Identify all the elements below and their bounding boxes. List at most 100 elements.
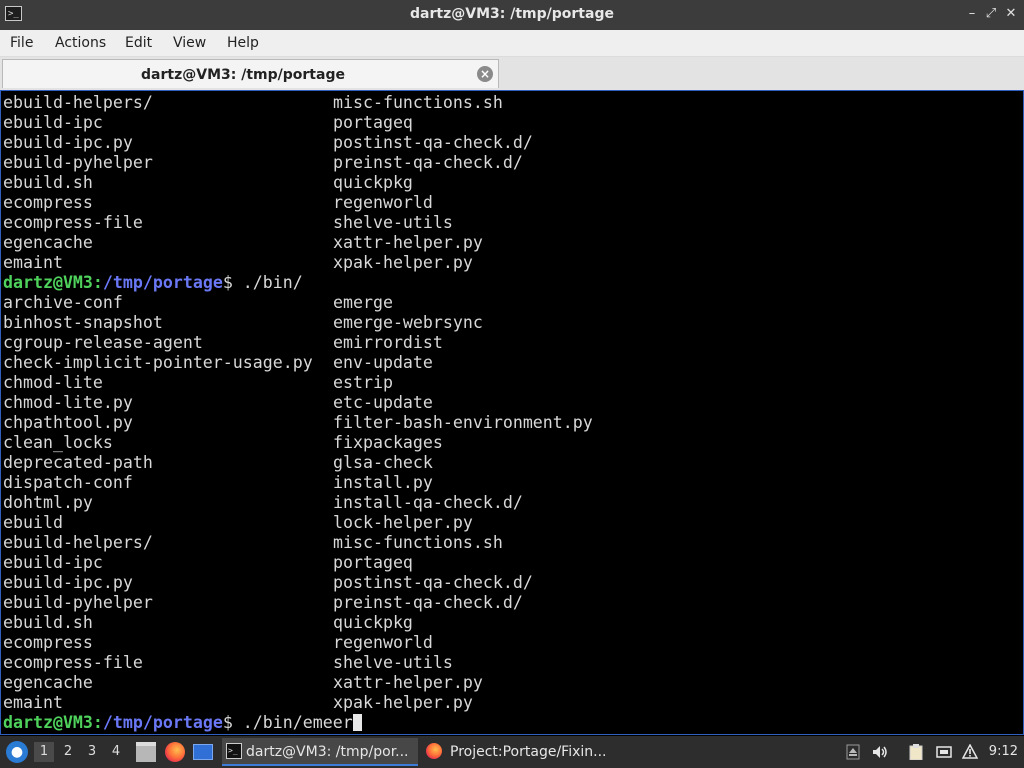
maximize-button[interactable]: ⤢ bbox=[983, 6, 999, 22]
terminal-line: ebuild-ipc portageq bbox=[3, 113, 413, 133]
clipboard-icon[interactable] bbox=[908, 744, 924, 760]
file-entry: ebuild-pyhelper bbox=[3, 153, 153, 172]
file-entry: estrip bbox=[333, 373, 393, 392]
terminal-line: chmod-lite estrip bbox=[3, 373, 393, 393]
menu-edit[interactable]: Edit bbox=[125, 35, 152, 51]
prompt-line: dartz@VM3:/tmp/portage$ ./bin/emeer bbox=[3, 713, 362, 733]
terminal-line: ebuild-ipc portageq bbox=[3, 553, 413, 573]
start-menu-icon[interactable]: ● bbox=[6, 741, 28, 763]
file-entry: ecompress bbox=[3, 633, 93, 652]
window-title: dartz@VM3: /tmp/portage bbox=[410, 6, 614, 22]
prompt-symbol: $ bbox=[222, 273, 243, 292]
terminal-output[interactable]: ebuild-helpers/misc-functions.sh ebuild-i… bbox=[0, 90, 1024, 735]
workspace-3[interactable]: 3 bbox=[82, 742, 102, 762]
show-desktop-icon[interactable] bbox=[193, 744, 213, 760]
task-terminal[interactable]: >_ dartz@VM3: /tmp/por... bbox=[222, 738, 418, 766]
file-entry: dispatch-conf bbox=[3, 473, 133, 492]
terminal-line: emaint xpak-helper.py bbox=[3, 253, 473, 273]
file-entry: ebuild-helpers/ bbox=[3, 93, 153, 112]
file-entry: postinst-qa-check.d/ bbox=[333, 573, 533, 592]
prompt-path: /tmp/portage bbox=[102, 273, 223, 292]
file-entry: etc-update bbox=[333, 393, 433, 412]
terminal-line: ecompress-file shelve-utils bbox=[3, 213, 453, 233]
task-firefox[interactable]: Project:Portage/Fixin... bbox=[422, 738, 622, 766]
file-entry: xpak-helper.py bbox=[333, 253, 473, 272]
clock[interactable]: 9:12 bbox=[989, 744, 1018, 759]
tab-terminal[interactable]: dartz@VM3: /tmp/portage × bbox=[2, 59, 499, 88]
terminal-line: ebuild-ipc.py postinst-qa-check.d/ bbox=[3, 133, 533, 153]
terminal-line: ebuild.sh quickpkg bbox=[3, 613, 413, 633]
prompt-path: /tmp/portage bbox=[102, 713, 223, 732]
terminal-line: archive-conf emerge bbox=[3, 293, 393, 313]
file-entry: archive-conf bbox=[3, 293, 123, 312]
terminal-line: ebuild lock-helper.py bbox=[3, 513, 473, 533]
file-entry: preinst-qa-check.d/ bbox=[333, 153, 523, 172]
file-manager-icon[interactable] bbox=[136, 742, 156, 762]
file-entry: regenworld bbox=[333, 633, 433, 652]
file-entry: ebuild bbox=[3, 513, 63, 532]
terminal-line: cgroup-release-agent emirrordist bbox=[3, 333, 443, 353]
file-entry: emerge bbox=[333, 293, 393, 312]
terminal-line: ebuild.sh quickpkg bbox=[3, 173, 413, 193]
window-titlebar[interactable]: >_ dartz@VM3: /tmp/portage – ⤢ ✕ bbox=[0, 0, 1024, 30]
file-entry: ecompress-file bbox=[3, 213, 143, 232]
file-entry: ebuild-helpers/ bbox=[3, 533, 153, 552]
terminal-line: ebuild-helpers/misc-functions.sh bbox=[3, 93, 503, 113]
workspace-1[interactable]: 1 bbox=[34, 742, 54, 762]
file-entry: chmod-lite bbox=[3, 373, 103, 392]
file-entry: ebuild-pyhelper bbox=[3, 593, 153, 612]
firefox-icon bbox=[426, 743, 442, 759]
tab-close-icon[interactable]: × bbox=[477, 66, 493, 82]
file-entry: deprecated-path bbox=[3, 453, 153, 472]
file-entry: emirrordist bbox=[333, 333, 443, 352]
file-entry: glsa-check bbox=[333, 453, 433, 472]
menu-actions[interactable]: Actions bbox=[55, 35, 106, 51]
terminal-line: dohtml.py install-qa-check.d/ bbox=[3, 493, 523, 513]
workspace-2[interactable]: 2 bbox=[58, 742, 78, 762]
file-entry: ebuild-ipc.py bbox=[3, 133, 133, 152]
terminal-line: check-implicit-pointer-usage.py env-updat… bbox=[3, 353, 433, 373]
tab-bar: dartz@VM3: /tmp/portage × bbox=[0, 57, 1024, 90]
terminal-line: chpathtool.py filter-bash-environment.py bbox=[3, 413, 593, 433]
terminal-line: ebuild-pyhelper preinst-qa-check.d/ bbox=[3, 153, 523, 173]
prompt-line: dartz@VM3:/tmp/portage$ ./bin/ bbox=[3, 273, 362, 293]
notification-icon[interactable] bbox=[962, 744, 978, 760]
file-entry: shelve-utils bbox=[333, 653, 453, 672]
file-entry: postinst-qa-check.d/ bbox=[333, 133, 533, 152]
file-entry: portageq bbox=[333, 553, 413, 572]
file-entry: ebuild.sh bbox=[3, 613, 93, 632]
file-entry: lock-helper.py bbox=[333, 513, 473, 532]
terminal-line: clean_locks fixpackages bbox=[3, 433, 443, 453]
file-entry: quickpkg bbox=[333, 613, 413, 632]
prompt-separator: : bbox=[92, 273, 103, 292]
file-entry: egencache bbox=[3, 233, 93, 252]
command-text[interactable]: ./bin/emeer bbox=[243, 713, 353, 732]
file-entry: filter-bash-environment.py bbox=[333, 413, 593, 432]
file-entry: binhost-snapshot bbox=[3, 313, 163, 332]
file-entry: check-implicit-pointer-usage.py bbox=[3, 353, 313, 372]
terminal-line: ebuild-pyhelper preinst-qa-check.d/ bbox=[3, 593, 523, 613]
file-entry: emerge-webrsync bbox=[333, 313, 483, 332]
close-button[interactable]: ✕ bbox=[1003, 6, 1019, 22]
menu-file[interactable]: File bbox=[10, 35, 33, 51]
workspace-4[interactable]: 4 bbox=[106, 742, 126, 762]
menu-help[interactable]: Help bbox=[227, 35, 259, 51]
terminal-line: chmod-lite.py etc-update bbox=[3, 393, 433, 413]
minimize-button[interactable]: – bbox=[964, 6, 980, 22]
volume-icon[interactable] bbox=[872, 744, 888, 760]
file-entry: ebuild-ipc.py bbox=[3, 573, 133, 592]
file-entry: emaint bbox=[3, 693, 63, 712]
file-entry: misc-functions.sh bbox=[333, 533, 503, 552]
eject-icon[interactable] bbox=[845, 744, 861, 760]
file-entry: install.py bbox=[333, 473, 433, 492]
firefox-icon[interactable] bbox=[165, 742, 185, 762]
file-entry: misc-functions.sh bbox=[333, 93, 503, 112]
file-entry: chpathtool.py bbox=[3, 413, 133, 432]
file-entry: ebuild-ipc bbox=[3, 553, 103, 572]
file-entry: ebuild.sh bbox=[3, 173, 93, 192]
file-entry: xpak-helper.py bbox=[333, 693, 473, 712]
terminal-line: deprecated-path glsa-check bbox=[3, 453, 433, 473]
network-icon[interactable] bbox=[936, 744, 952, 760]
file-entry: egencache bbox=[3, 673, 93, 692]
menu-view[interactable]: View bbox=[173, 35, 206, 51]
